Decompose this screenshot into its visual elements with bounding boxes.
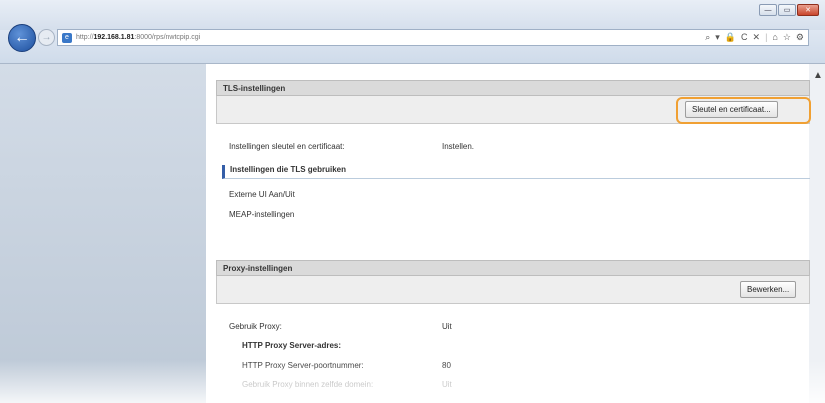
http-proxy-port-value: 80 (442, 361, 451, 370)
back-button[interactable]: ← (8, 24, 36, 52)
key-cert-value: Instellen. (442, 142, 475, 151)
left-pane (0, 64, 206, 403)
address-bar[interactable]: e http://192.168.1.81:8000/rps/nwtcpip.c… (57, 29, 809, 46)
link-meap-settings[interactable]: MEAP-instellingen (229, 210, 294, 219)
minimize-button[interactable]: — (759, 4, 777, 16)
site-favicon-icon: e (62, 32, 72, 43)
http-proxy-port-label: HTTP Proxy Server-poortnummer: (242, 361, 364, 370)
maximize-button[interactable]: ▭ (778, 4, 796, 16)
arrow-right-icon: → (41, 32, 52, 43)
use-proxy-value: Uit (442, 322, 452, 331)
tls-usage-subheading: Instellingen die TLS gebruiken (222, 165, 810, 179)
scrollbar[interactable] (809, 64, 825, 403)
close-button[interactable]: ✕ (797, 4, 819, 16)
highlight-outline (676, 97, 811, 124)
proxy-section-header: Proxy-instellingen (216, 260, 810, 276)
favorites-icon[interactable]: ☆ (783, 32, 791, 43)
proxy-same-domain-label: Gebruik Proxy binnen zelfde domein: (242, 380, 374, 389)
navigation-bar: ← → e http://192.168.1.81:8000/rps/nwtcp… (0, 24, 825, 64)
key-cert-label: Instellingen sleutel en certificaat: (229, 142, 345, 151)
proxy-toolbar: Bewerken... (216, 276, 810, 304)
url-text: http://192.168.1.81:8000/rps/nwtcpip.cgi (76, 34, 201, 41)
address-tools: ⌕ ▾ 🔒 C ✕ | ⌂ ☆ ⚙ (705, 32, 804, 43)
dropdown-icon[interactable]: ▾ (715, 32, 720, 43)
gear-icon[interactable]: ⚙ (796, 32, 804, 43)
use-proxy-label: Gebruik Proxy: (229, 322, 282, 331)
link-external-ui[interactable]: Externe UI Aan/Uit (229, 190, 295, 199)
http-proxy-address-label: HTTP Proxy Server-adres: (242, 341, 342, 350)
main-content: TLS-instellingen Sleutel en certificaat.… (206, 64, 811, 403)
refresh-icon[interactable]: C (741, 32, 748, 43)
proxy-same-domain-value: Uit (442, 380, 452, 389)
search-icon[interactable]: ⌕ (705, 32, 710, 43)
title-bar: — ▭ ✕ (0, 0, 825, 30)
forward-button[interactable]: → (38, 29, 55, 46)
arrow-left-icon: ← (14, 29, 30, 46)
security-icon[interactable]: 🔒 (725, 32, 736, 43)
stop-icon[interactable]: ✕ (753, 32, 761, 43)
home-icon[interactable]: ⌂ (772, 32, 777, 43)
separator: | (765, 32, 768, 42)
window-controls: — ▭ ✕ (759, 4, 819, 16)
edit-button[interactable]: Bewerken... (740, 281, 797, 298)
scroll-up-icon[interactable]: ▲ (813, 70, 823, 81)
tls-section-header: TLS-instellingen (216, 80, 810, 96)
